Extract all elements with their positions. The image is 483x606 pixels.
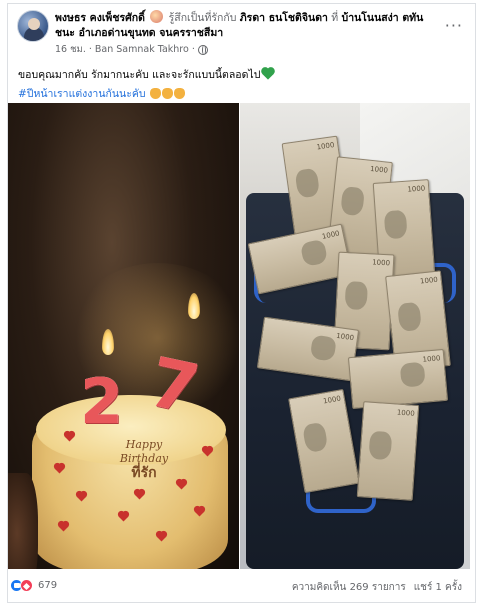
post-footer: 679 ความคิดเห็น 269 รายการ แชร์ 1 ครั้ง — [8, 575, 470, 597]
hand-shadow — [8, 473, 38, 569]
cake-writing: Happy Birthday ที่รัก — [94, 438, 194, 480]
post-stats: ความคิดเห็น 269 รายการ แชร์ 1 ครั้ง — [292, 580, 462, 595]
banknote — [356, 401, 420, 501]
at-word: ที่ — [331, 12, 339, 24]
flexed-biceps-icon — [161, 88, 173, 99]
photo-birthday-cake[interactable]: 2 7 Happy Birthday ที่รัก — [8, 103, 239, 569]
avatar[interactable] — [17, 10, 49, 42]
post-header: พงษธร คงเพ็ชรศักดิ์ รู้สึกเป็นที่รักกับ … — [55, 10, 455, 41]
banknote — [347, 348, 449, 410]
post-time[interactable]: 16 ชม. — [55, 42, 86, 57]
green-heart-icon — [262, 68, 275, 80]
place-line-2[interactable]: ชนะ อำเภอด่านขุนทด จนครราชสีมา — [55, 27, 223, 39]
feeling-emoji-icon — [150, 10, 164, 23]
flexed-biceps-icon — [149, 88, 161, 99]
tagged-person[interactable]: ภิรดา ธนโชติจินดา — [240, 12, 328, 24]
feeling-text: รู้สึกเป็นที่รักกับ — [168, 12, 237, 24]
place-line-1[interactable]: บ้านโนนสง่า ตทัน — [342, 12, 424, 24]
reaction-count[interactable]: 679 — [38, 580, 57, 591]
flexed-biceps-icon — [173, 88, 185, 99]
post-meta: 16 ชม. · Ban Samnak Takhro · — [55, 42, 208, 57]
love-reaction-icon[interactable] — [20, 579, 33, 592]
cake-text-line-1: Happy — [125, 438, 163, 451]
candle-digit-2: 2 — [80, 365, 124, 438]
hashtag-link[interactable]: #ปีหน้าเราแต่งงานกันนะคับ — [18, 88, 146, 100]
photo-money-bag[interactable] — [240, 103, 470, 569]
author-name[interactable]: พงษธร คงเพ็ชรศักดิ์ — [55, 12, 145, 24]
globe-icon — [197, 44, 208, 55]
meta-separator-2: · — [191, 44, 195, 55]
hashtag-line: #ปีหน้าเราแต่งงานกันนะคับ — [18, 85, 185, 102]
more-options-icon[interactable]: ··· — [445, 16, 463, 35]
meta-separator: · — [88, 44, 92, 55]
cake-text-line-2: Birthday — [119, 452, 169, 465]
comment-count[interactable]: ความคิดเห็น 269 รายการ — [292, 580, 406, 595]
post-caption: ขอบคุณมากคับ รักมากนะคับ และจะรักแบบนี้ต… — [18, 66, 275, 83]
post-location[interactable]: Ban Samnak Takhro — [95, 44, 189, 55]
share-count[interactable]: แชร์ 1 ครั้ง — [414, 580, 462, 595]
caption-text: ขอบคุณมากคับ รักมากนะคับ และจะรักแบบนี้ต… — [18, 69, 261, 81]
